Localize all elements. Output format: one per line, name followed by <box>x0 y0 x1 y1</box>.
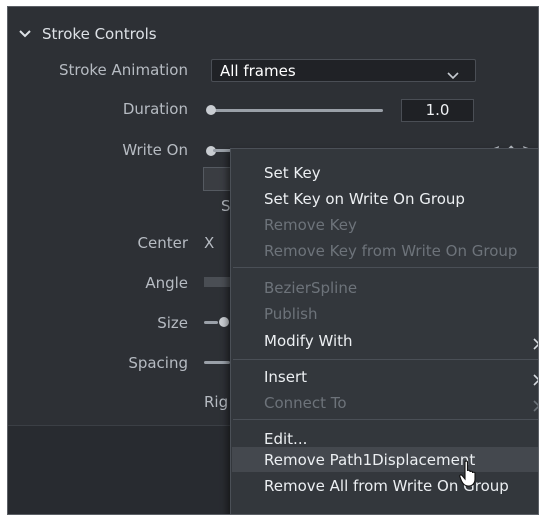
spacing-slider-track[interactable] <box>204 361 230 364</box>
menu-item-remove-path1displacement[interactable]: Remove Path1Displacement <box>264 451 475 469</box>
menu-item-remove-key: Remove Key <box>264 216 357 234</box>
menu-item-edit[interactable]: Edit... <box>264 430 307 448</box>
spacing-label: Spacing <box>128 354 188 372</box>
duration-slider-track[interactable] <box>213 109 383 112</box>
hand-cursor-icon <box>459 460 476 487</box>
chevron-right-icon <box>533 371 538 386</box>
section-title: Stroke Controls <box>42 25 157 43</box>
chevron-down-icon <box>447 66 459 84</box>
menu-item-publish: Publish <box>264 305 318 323</box>
menu-item-insert[interactable]: Insert <box>264 368 307 386</box>
size-label: Size <box>157 314 188 332</box>
menu-separator <box>233 359 538 360</box>
stroke-controls-header[interactable]: Stroke Controls <box>8 23 157 45</box>
menu-item-remove-key-from-group: Remove Key from Write On Group <box>264 242 518 260</box>
center-label: Center <box>137 234 189 252</box>
chevron-right-icon <box>533 397 538 412</box>
angle-dial[interactable] <box>204 277 230 287</box>
stroke-animation-value: All frames <box>220 61 296 80</box>
size-slider-track[interactable] <box>204 321 218 324</box>
size-slider-knob[interactable] <box>219 317 229 327</box>
menu-separator <box>233 267 538 268</box>
menu-item-set-key-on-group[interactable]: Set Key on Write On Group <box>264 190 465 208</box>
center-x-label: X <box>204 234 215 252</box>
menu-item-modify-with[interactable]: Modify With <box>264 332 353 350</box>
duration-label: Duration <box>122 100 188 118</box>
angle-label: Angle <box>145 274 188 292</box>
duration-field[interactable]: 1.0 <box>401 99 474 122</box>
menu-item-set-key[interactable]: Set Key <box>264 164 321 182</box>
chevron-down-icon[interactable] <box>18 27 34 41</box>
inspector-frame: Stroke Controls Stroke Animation All fra… <box>7 6 539 515</box>
context-menu: Set Key Set Key on Write On Group Remove… <box>230 148 538 514</box>
menu-separator <box>233 419 538 420</box>
menu-item-connect-to: Connect To <box>264 394 347 412</box>
duration-slider-knob[interactable] <box>206 105 216 115</box>
stroke-animation-label: Stroke Animation <box>58 61 188 79</box>
partial-label-rig: Rig <box>204 393 229 411</box>
menu-item-bezierspline: BezierSpline <box>264 279 358 297</box>
write-on-label: Write On <box>122 141 188 159</box>
chevron-right-icon <box>533 335 538 350</box>
write-on-slider-track[interactable] <box>213 149 231 152</box>
stroke-animation-dropdown[interactable]: All frames <box>211 59 476 82</box>
